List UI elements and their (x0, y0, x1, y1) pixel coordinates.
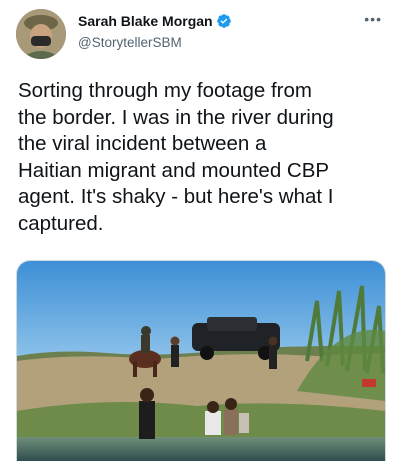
avatar[interactable] (16, 9, 66, 59)
author-name-row: Sarah Blake Morgan (78, 13, 232, 29)
tweet-text: Sorting through my footage from the bord… (18, 79, 334, 235)
author-display-name[interactable]: Sarah Blake Morgan (78, 13, 213, 29)
tweet-card: Sarah Blake Morgan @StorytellerSBM ••• S… (0, 0, 400, 461)
video-frame (17, 261, 385, 461)
author-handle[interactable]: @StorytellerSBM (78, 35, 182, 50)
verified-badge-icon (216, 13, 232, 29)
tweet-media-video[interactable] (16, 260, 386, 461)
more-options-icon[interactable]: ••• (364, 12, 382, 26)
